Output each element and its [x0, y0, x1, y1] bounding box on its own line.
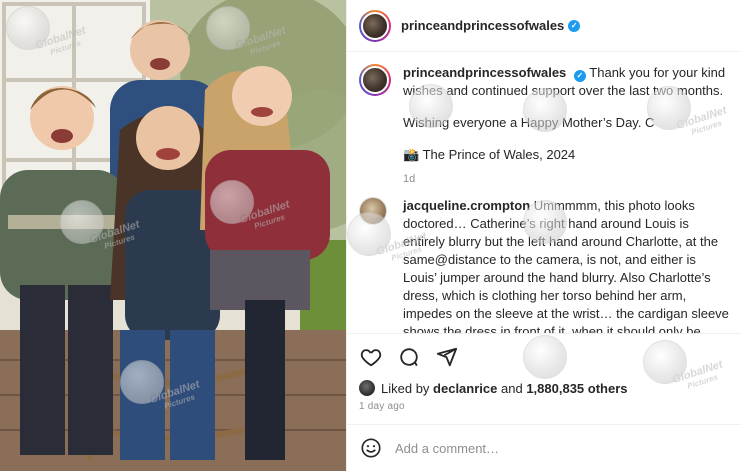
- author-username[interactable]: princeandprincessofwales: [401, 18, 564, 33]
- likes-prefix: Liked by: [381, 380, 430, 396]
- likes-suffix: and: [501, 380, 523, 396]
- likes-summary[interactable]: Liked by declanrice and 1,880,835 others: [359, 380, 628, 396]
- verified-badge-icon: ✓: [573, 70, 586, 82]
- add-comment-input[interactable]: [395, 440, 695, 456]
- caption-line-2: Wishing everyone a Happy Mother’s Day. C: [403, 115, 655, 130]
- add-comment-bar: [347, 424, 741, 471]
- comment-icon[interactable]: [397, 345, 421, 369]
- comments-scroll-area[interactable]: princeandprincessofwales ✓ Thank you for…: [347, 52, 741, 333]
- commenter-username[interactable]: jacqueline.crompton: [403, 198, 530, 213]
- commenter-avatar[interactable]: [359, 197, 387, 225]
- liker-username[interactable]: declanrice: [433, 381, 497, 396]
- comment-item: jacqueline.crompton Ummmmm, this photo l…: [359, 197, 732, 333]
- verified-badge-icon: ✓: [568, 19, 581, 32]
- caption-time[interactable]: 1d: [403, 170, 732, 188]
- author-avatar[interactable]: [359, 9, 391, 42]
- paper-plane-icon[interactable]: [435, 345, 459, 369]
- post-date[interactable]: 1 day ago: [359, 401, 405, 412]
- heart-icon[interactable]: [359, 345, 383, 369]
- likes-count[interactable]: 1,880,835 others: [526, 381, 627, 396]
- post-photo[interactable]: GlobalNet Pictures GlobalNet Pictures Glob…: [0, 0, 346, 471]
- smiley-icon[interactable]: [359, 436, 383, 460]
- post-header: princeandprincessofwales ✓: [347, 0, 741, 52]
- caption: princeandprincessofwales ✓ Thank you for…: [359, 64, 732, 185]
- caption-avatar[interactable]: [359, 64, 391, 96]
- liker-avatar: [359, 380, 375, 396]
- family-photo-illustration: [0, 0, 346, 471]
- caption-line-3: 📸 The Prince of Wales, 2024: [403, 147, 576, 162]
- post-actions: [347, 333, 741, 379]
- caption-username[interactable]: princeandprincessofwales: [403, 65, 566, 80]
- comment-text: Ummmmm, this photo looks doctored… Cathe…: [403, 198, 729, 333]
- post-panel: princeandprincessofwales ✓ princeandprin…: [346, 0, 741, 471]
